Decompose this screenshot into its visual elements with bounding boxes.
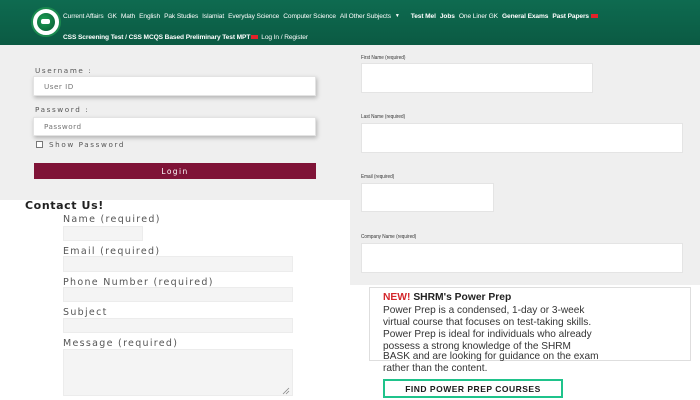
site-header: Current Affairs GK Math English Pak Stud… <box>0 0 700 45</box>
promo-line: BASK and are looking for guidance on the… <box>383 351 599 362</box>
nav-gk[interactable]: GK <box>108 13 117 20</box>
promo-line: Power Prep is ideal for individuals who … <box>383 329 592 340</box>
primary-nav: Current Affairs GK Math English Pak Stud… <box>63 10 598 22</box>
promo-line: Power Prep is a condensed, 1-day or 3-we… <box>383 305 585 316</box>
right-email-label: Email (required) <box>361 174 395 180</box>
nav-past-papers[interactable]: Past Papers <box>552 13 589 20</box>
last-name-field[interactable] <box>361 123 683 153</box>
nav-islamiat[interactable]: Islamiat <box>202 13 224 20</box>
password-input[interactable] <box>33 117 316 136</box>
first-name-label: First Name (required) <box>361 55 406 61</box>
site-logo[interactable] <box>31 7 61 37</box>
company-field[interactable] <box>361 243 683 273</box>
name-label: Name (required) <box>63 214 161 225</box>
chevron-down-icon[interactable]: ▼ <box>395 13 400 19</box>
nav-current-affairs[interactable]: Current Affairs <box>63 13 104 20</box>
find-power-prep-button[interactable]: FIND POWER PREP COURSES <box>383 379 563 398</box>
promo-box: NEW! SHRM's Power Prep Power Prep is a c… <box>369 287 691 361</box>
nav-english[interactable]: English <box>139 13 160 20</box>
name-field[interactable] <box>63 226 143 241</box>
subject-field[interactable] <box>63 318 293 333</box>
show-password-checkbox[interactable] <box>36 141 43 148</box>
nav-jobs[interactable]: Jobs <box>440 13 455 20</box>
nav-math[interactable]: Math <box>121 13 135 20</box>
nav-one-liner-gk[interactable]: One Liner GK <box>459 13 498 20</box>
nav-general-exams[interactable]: General Exams <box>502 13 548 20</box>
promo-title: SHRM's Power Prep <box>410 292 512 303</box>
message-label: Message (required) <box>63 338 179 349</box>
nav-css-screening-test[interactable]: CSS Screening Test / CSS MCQS Based Prel… <box>63 34 250 41</box>
promo-headline: NEW! SHRM's Power Prep <box>383 292 511 303</box>
phone-field[interactable] <box>63 287 293 302</box>
nav-pak-studies[interactable]: Pak Studies <box>164 13 198 20</box>
nav-all-other-subjects[interactable]: All Other Subjects <box>340 13 391 20</box>
username-label: Username : <box>35 66 93 75</box>
logo-seal <box>37 13 55 31</box>
resize-handle-icon[interactable] <box>282 387 290 395</box>
login-button[interactable]: Login <box>34 163 316 179</box>
last-name-label: Last Name (required) <box>361 114 406 120</box>
first-name-field[interactable] <box>361 63 593 93</box>
nav-test-mel[interactable]: Test Mel <box>411 13 436 20</box>
nav-computer-science[interactable]: Computer Science <box>283 13 336 20</box>
promo-new-label: NEW! <box>383 292 411 303</box>
promo-line: rather than the content. <box>383 363 488 374</box>
nav-everyday-science[interactable]: Everyday Science <box>228 13 279 20</box>
password-label: Password : <box>35 105 90 114</box>
show-password-label: Show Password <box>49 140 126 149</box>
email-field[interactable] <box>63 256 293 272</box>
message-field[interactable] <box>63 349 293 396</box>
company-label: Company Name (required) <box>361 234 417 240</box>
subject-label: Subject <box>63 307 108 318</box>
new-badge-icon <box>591 14 598 18</box>
contact-title: Contact Us! <box>25 199 104 212</box>
right-email-field[interactable] <box>361 183 494 212</box>
nav-login-register[interactable]: Log In / Register <box>261 34 308 41</box>
promo-line: virtual course that focuses on test-taki… <box>383 317 592 328</box>
new-badge-icon <box>251 35 259 39</box>
username-input[interactable] <box>33 76 316 96</box>
secondary-nav: CSS Screening Test / CSS MCQS Based Prel… <box>63 31 308 43</box>
